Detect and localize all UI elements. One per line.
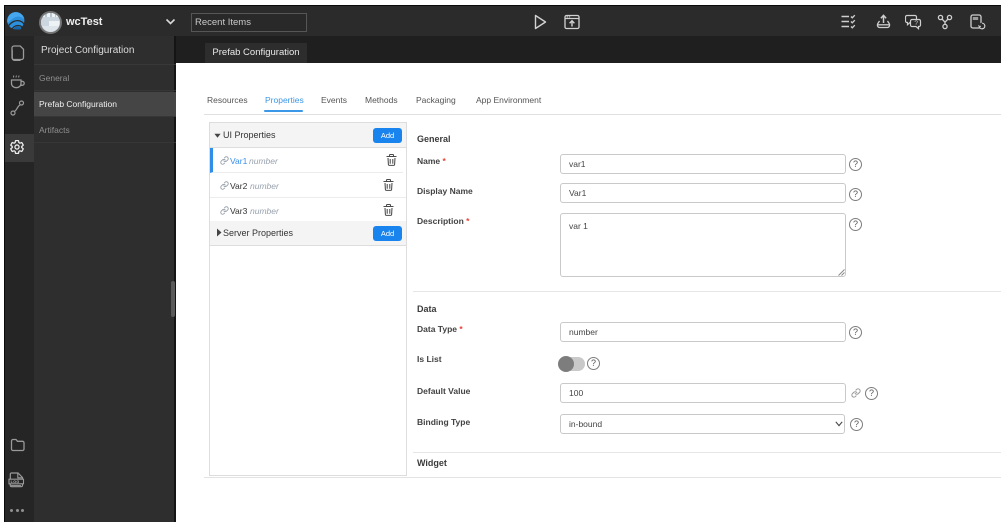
svg-text:?: ?	[914, 20, 918, 27]
svg-text:LOG: LOG	[11, 480, 20, 484]
